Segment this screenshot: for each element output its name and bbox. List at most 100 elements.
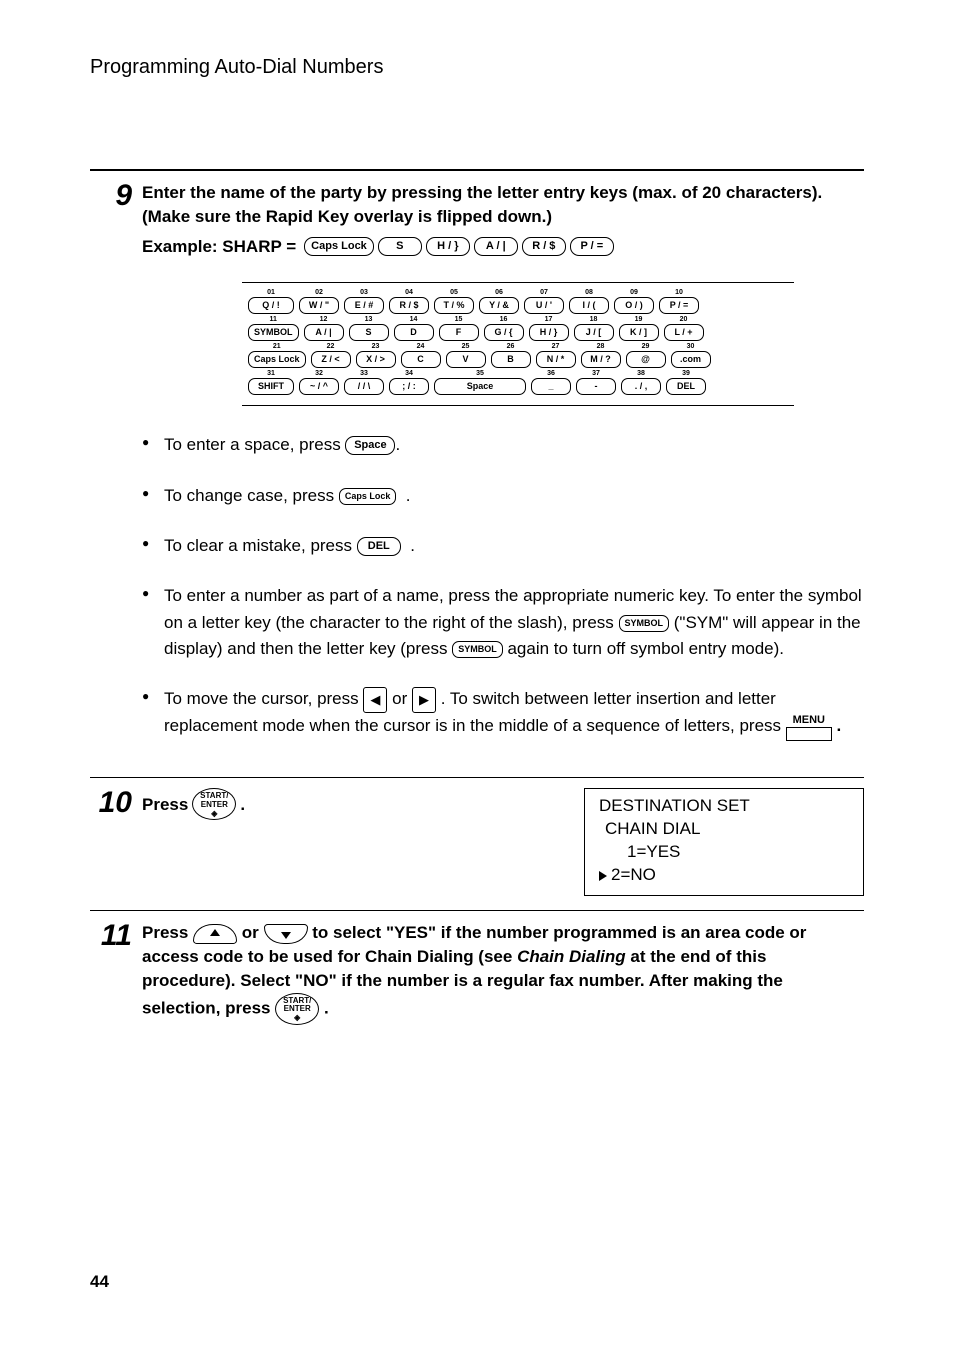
period: . <box>406 486 411 505</box>
key-number: 19 <box>635 316 643 323</box>
key-del: DEL <box>357 537 401 556</box>
key-p: P / = <box>570 237 614 256</box>
keyboard-key: B <box>491 351 531 368</box>
key-number: 33 <box>360 370 368 377</box>
keyboard-key: F <box>439 324 479 341</box>
keyboard-key: N / * <box>536 351 576 368</box>
keyboard-key: .com <box>671 351 711 368</box>
period: . <box>837 716 842 735</box>
start-bot: ENTER <box>201 801 228 809</box>
keyboard-key: _ <box>531 378 571 395</box>
key-number: 20 <box>680 316 688 323</box>
key-number: 29 <box>642 343 650 350</box>
key-number: 05 <box>450 289 458 296</box>
keyboard-key: @ <box>626 351 666 368</box>
text: or <box>242 923 264 942</box>
key-number: 06 <box>495 289 503 296</box>
bullet-space: To enter a space, press Space. <box>142 432 864 458</box>
start-bot: ENTER <box>284 1005 311 1013</box>
right-triangle-icon <box>599 871 607 881</box>
keyboard-key: H / } <box>529 324 569 341</box>
display-line: CHAIN DIAL <box>599 818 849 841</box>
keyboard-key: X / > <box>356 351 396 368</box>
keyboard-key: M / ? <box>581 351 621 368</box>
key-number: 21 <box>273 343 281 350</box>
keyboard-key: P / = <box>659 297 699 314</box>
key-number: 11 <box>270 316 277 323</box>
step-number: 9 <box>90 181 142 763</box>
key-number: 23 <box>372 343 380 350</box>
diamond-icon: ◈ <box>294 1014 300 1022</box>
key-number: 30 <box>687 343 695 350</box>
key-symbol: SYMBOL <box>619 615 670 632</box>
step10-press: Press START/ ENTER ◈ . <box>142 788 584 820</box>
keyboard-key: J / [ <box>574 324 614 341</box>
key-number: 07 <box>540 289 548 296</box>
diamond-icon: ◈ <box>211 810 217 818</box>
step11-text: Press or to select "YES" if the number p… <box>142 921 864 1024</box>
keyboard-key: W / " <box>299 297 339 314</box>
key-number: 22 <box>327 343 335 350</box>
keyboard-key: Y / & <box>479 297 519 314</box>
keyboard-key: Q / ! <box>248 297 294 314</box>
keyboard-key: SHIFT <box>248 378 294 395</box>
key-number: 17 <box>545 316 553 323</box>
keyboard-key: L / + <box>664 324 704 341</box>
display-value: 2=NO <box>611 865 656 884</box>
example-prefix: Example: SHARP = <box>142 235 296 259</box>
page-number: 44 <box>90 1272 109 1292</box>
key-number: 14 <box>410 316 418 323</box>
period: . <box>395 435 400 454</box>
keyboard-key: Caps Lock <box>248 351 306 368</box>
key-number: 39 <box>682 370 690 377</box>
text: To clear a mistake, press <box>164 536 357 555</box>
key-s: S <box>378 237 422 256</box>
keyboard-key: Space <box>434 378 526 395</box>
menu-key-icon: MENU <box>786 715 832 741</box>
keyboard-key: S <box>349 324 389 341</box>
bullet-clear: To clear a mistake, press DEL . <box>142 533 864 559</box>
right-arrow-key-icon: ▶ <box>412 687 436 713</box>
keyboard-key: ~ / ^ <box>299 378 339 395</box>
start-enter-key-icon: START/ ENTER ◈ <box>192 788 236 820</box>
keyboard-key: . / , <box>621 378 661 395</box>
left-arrow-key-icon: ◀ <box>363 687 387 713</box>
key-symbol: SYMBOL <box>452 641 503 658</box>
text: Press <box>142 923 193 942</box>
key-capslock: Caps Lock <box>304 237 374 256</box>
keyboard-key: I / ( <box>569 297 609 314</box>
keyboard-key: C <box>401 351 441 368</box>
key-h: H / } <box>426 237 470 256</box>
display-line: DESTINATION SET <box>599 795 849 818</box>
period: . <box>324 998 329 1017</box>
keyboard-key: A / | <box>304 324 344 341</box>
key-number: 32 <box>315 370 323 377</box>
keyboard-row-2: 11SYMBOL12A / |13S14D15F16G / {17H / }18… <box>248 316 788 341</box>
key-capslock: Caps Lock <box>339 488 397 505</box>
lcd-display: DESTINATION SET CHAIN DIAL 1=YES 2=NO <box>584 788 864 896</box>
start-enter-key-icon: START/ ENTER ◈ <box>275 993 319 1025</box>
key-number: 01 <box>267 289 275 296</box>
keyboard-key: DEL <box>666 378 706 395</box>
step-number: 10 <box>90 788 142 896</box>
step-10: 10 Press START/ ENTER ◈ . DESTINATION SE… <box>90 778 864 910</box>
text: again to turn off symbol entry mode). <box>507 639 784 658</box>
key-number: 18 <box>590 316 598 323</box>
step9-instruction: Enter the name of the party by pressing … <box>142 181 864 229</box>
key-r: R / $ <box>522 237 566 256</box>
keyboard-row-1: 01Q / !02W / "03E / #04R / $05T / %06Y /… <box>248 289 788 314</box>
step9-example: Example: SHARP = Caps Lock S H / } A / |… <box>142 235 864 259</box>
key-number: 38 <box>637 370 645 377</box>
keyboard-row-3: 21Caps Lock22Z / <23X / >24C25V26B27N / … <box>248 343 788 368</box>
display-line: 1=YES <box>599 841 849 864</box>
keyboard-key: U / ' <box>524 297 564 314</box>
keyboard-key: D <box>394 324 434 341</box>
display-line: 2=NO <box>599 864 849 887</box>
keyboard-key: V <box>446 351 486 368</box>
keyboard-key: SYMBOL <box>248 324 299 341</box>
period: . <box>410 536 415 555</box>
text: To move the cursor, press <box>164 689 363 708</box>
keyboard-key: K / ] <box>619 324 659 341</box>
key-number: 16 <box>500 316 508 323</box>
key-number: 36 <box>547 370 555 377</box>
